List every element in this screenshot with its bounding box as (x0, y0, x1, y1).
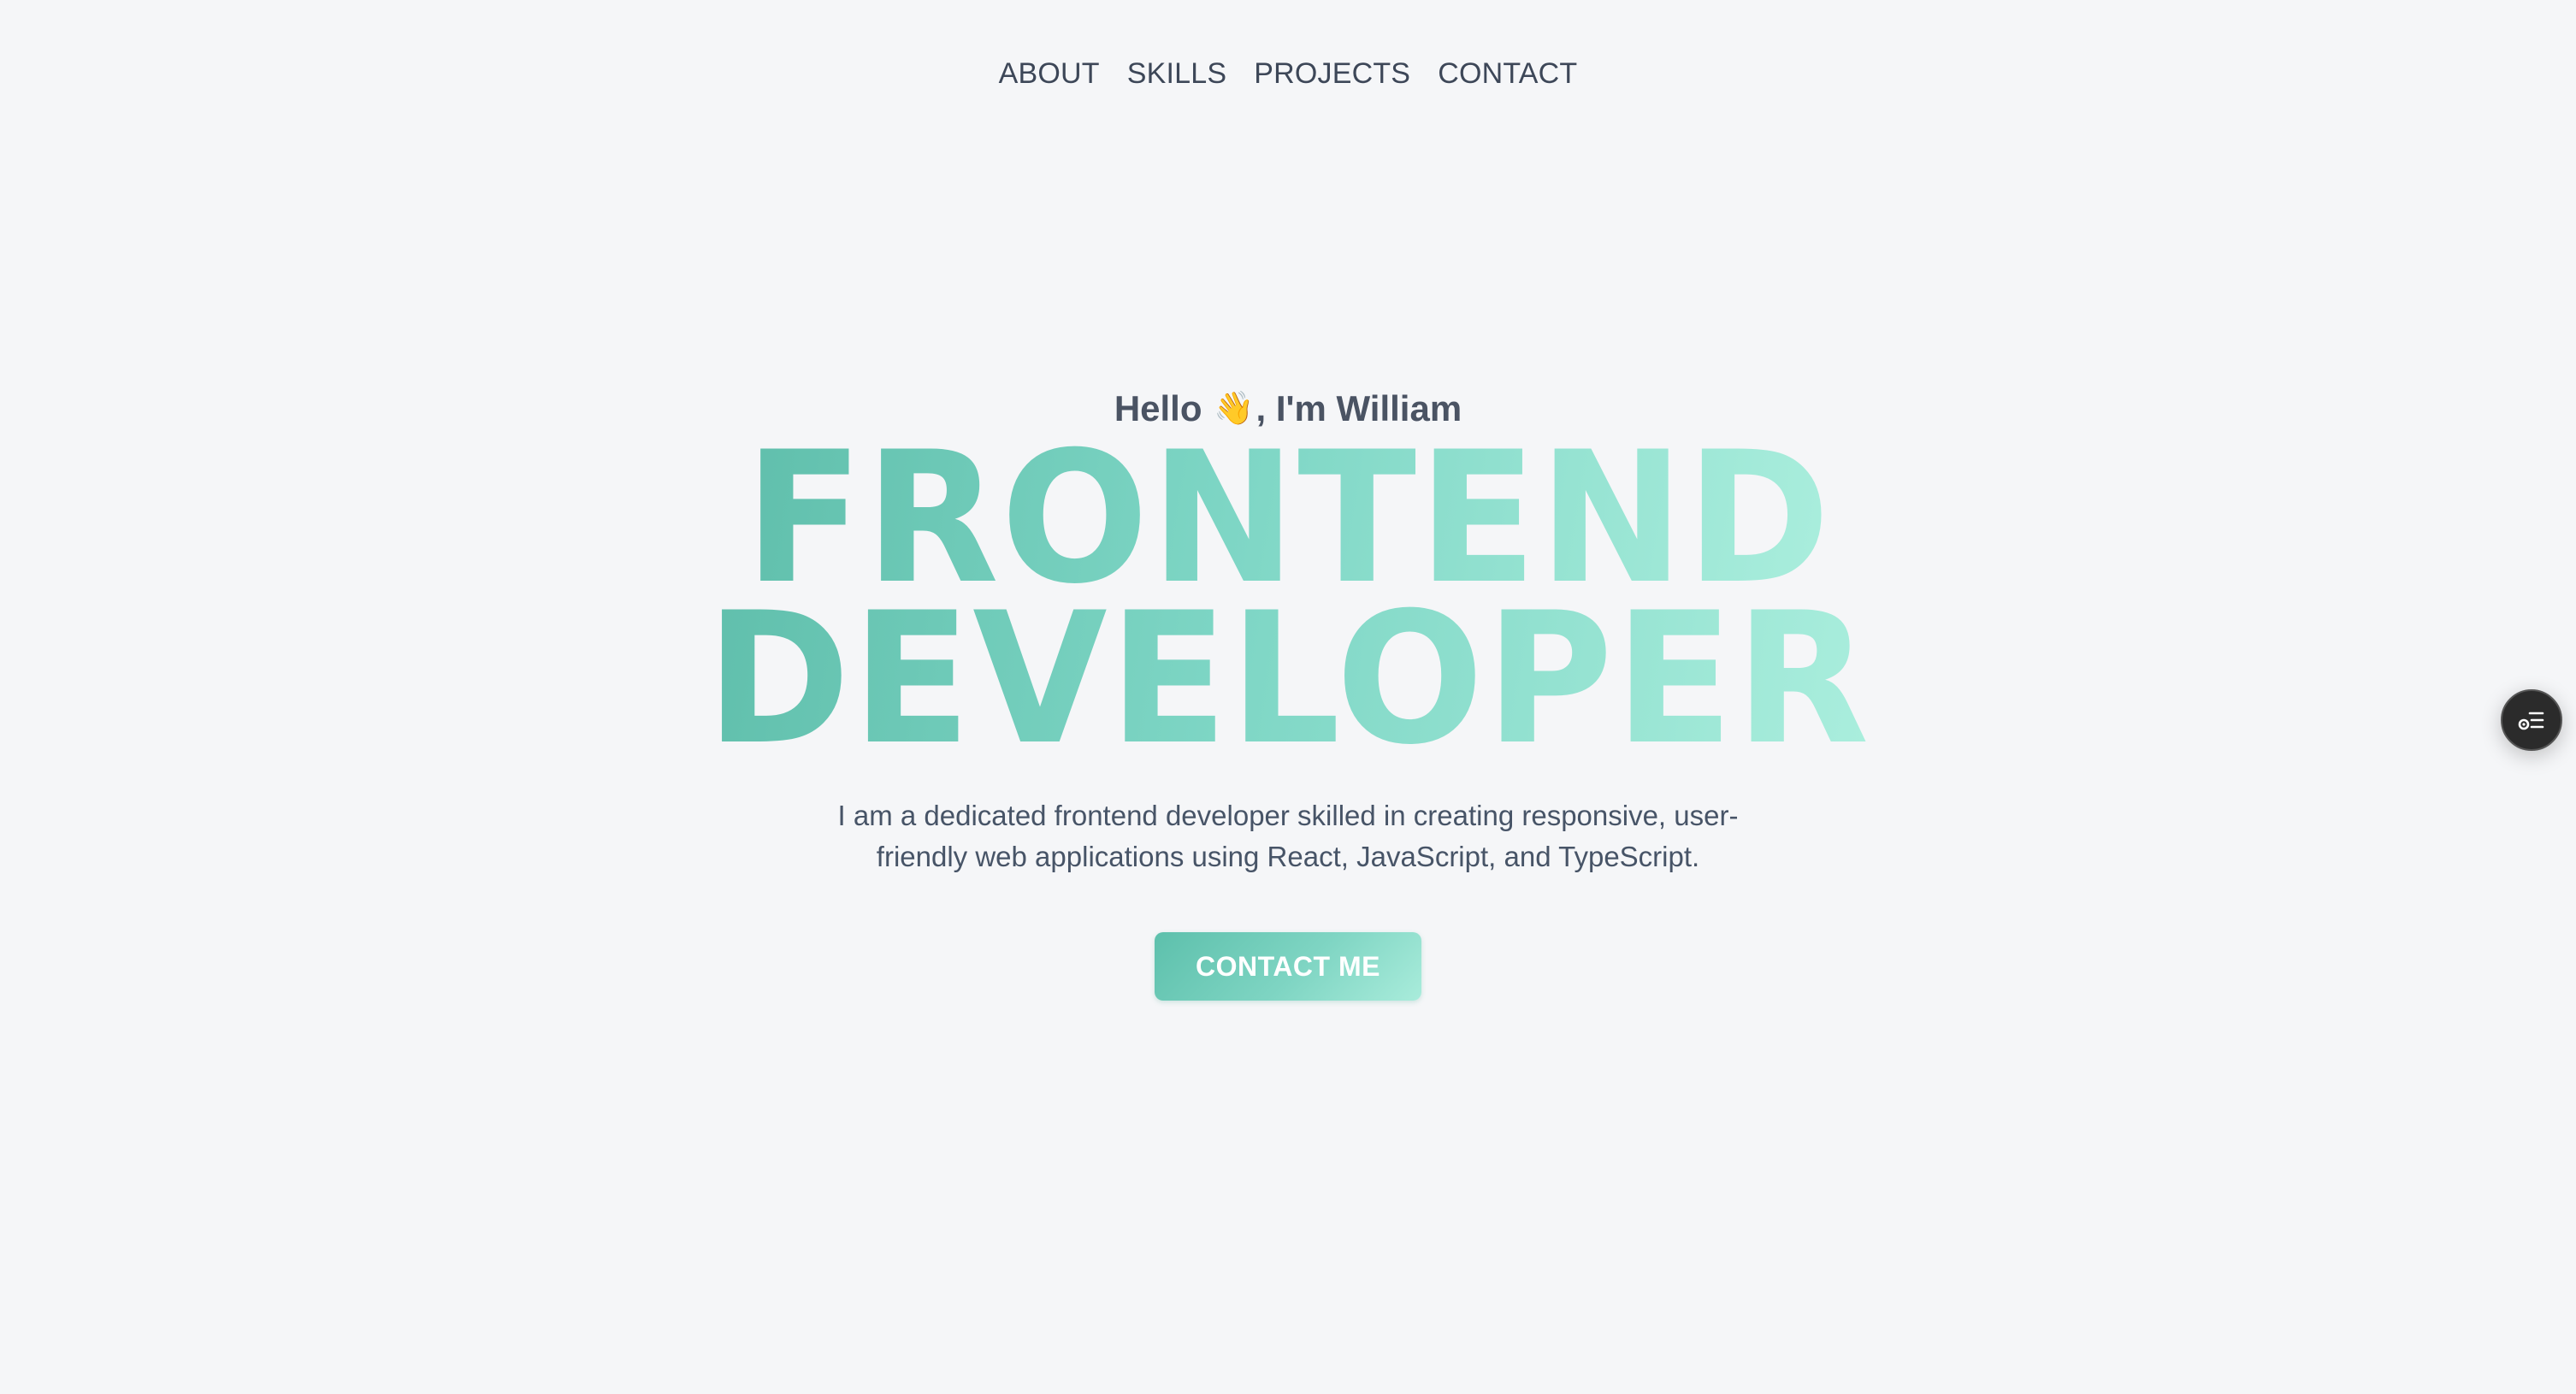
hero-description: I am a dedicated frontend developer skil… (837, 800, 1739, 872)
contact-me-button[interactable]: CONTACT ME (1155, 932, 1421, 1001)
top-nav: ABOUT SKILLS PROJECTS CONTACT (0, 56, 2576, 91)
nav-item-contact[interactable]: CONTACT (1438, 56, 1577, 91)
page: ABOUT SKILLS PROJECTS CONTACT Hello 👋 , … (0, 0, 2576, 1394)
list-settings-icon (2518, 712, 2544, 730)
floating-widget-button[interactable] (2501, 689, 2562, 751)
nav-item-about[interactable]: ABOUT (999, 56, 1100, 91)
nav-item-projects[interactable]: PROJECTS (1254, 56, 1410, 91)
hero-section: Hello 👋 , I'm William FRONTEND DEVELOPER… (0, 383, 2576, 1001)
nav-item-skills[interactable]: SKILLS (1127, 56, 1227, 91)
headline: FRONTEND DEVELOPER (682, 428, 1895, 784)
headline-line-developer: DEVELOPER (705, 573, 1871, 784)
